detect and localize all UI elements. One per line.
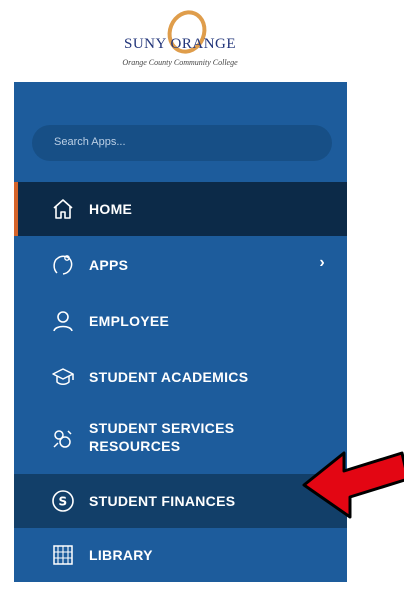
search-apps-input[interactable]: Search Apps... xyxy=(32,125,332,161)
sidebar-item-label: LIBRARY xyxy=(89,547,153,563)
sidebar-item-employee[interactable]: EMPLOYEE xyxy=(14,294,347,348)
sidebar-item-label: APPS xyxy=(89,257,129,273)
logo-subtitle: Orange County Community College xyxy=(122,58,238,67)
sidebar-item-label: STUDENT SERVICES RESOURCES xyxy=(89,420,235,454)
sidebar-item-label: HOME xyxy=(89,201,133,217)
dollar-circle-icon: S xyxy=(52,490,74,512)
logo-wordmark: SUNY ORANGE xyxy=(123,36,237,52)
red-pointer-arrow xyxy=(302,451,404,519)
home-icon xyxy=(53,199,73,219)
sidebar-item-library[interactable]: LIBRARY xyxy=(14,530,347,584)
sidebar-item-student-academics[interactable]: STUDENT ACADEMICS xyxy=(14,350,347,404)
graduation-cap-icon xyxy=(52,368,74,385)
services-icon xyxy=(53,430,72,448)
sidebar-item-home[interactable]: HOME xyxy=(14,182,347,236)
sidebar-item-label: STUDENT FINANCES xyxy=(89,493,236,509)
sidebar-item-label: STUDENT ACADEMICS xyxy=(89,369,249,385)
suny-orange-logo[interactable]: SUNY ORANGE Orange County Community Coll… xyxy=(100,4,260,68)
sidebar-item-label: EMPLOYEE xyxy=(89,313,170,329)
library-icon xyxy=(53,545,73,565)
sidebar-item-apps[interactable]: APPS › xyxy=(14,238,347,292)
chevron-right-icon: › xyxy=(319,254,325,271)
search-placeholder: Search Apps... xyxy=(54,136,126,148)
person-icon xyxy=(53,311,73,332)
svg-text:S: S xyxy=(59,495,68,509)
apps-icon xyxy=(53,255,73,275)
